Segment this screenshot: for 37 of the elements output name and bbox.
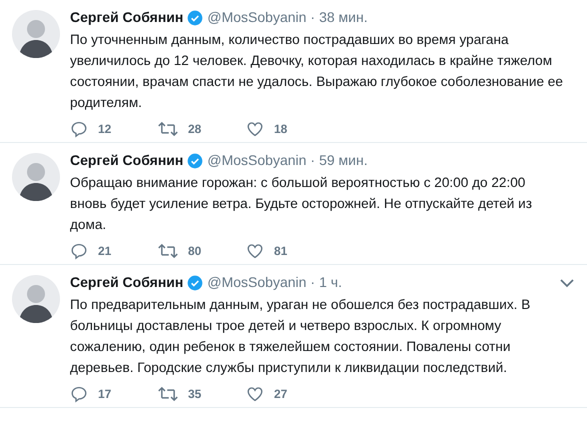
tweet-time[interactable]: 38 мин. xyxy=(319,8,368,27)
reply-icon[interactable] xyxy=(70,385,88,403)
heart-icon[interactable] xyxy=(246,242,264,260)
tweet-text: По предварительным данным, ураган не обошелся без пострадавших. В больницы доставлены трое детей и четверо взрослых. К огромному сожалению, один ребенок в тяжелейшем состоянии. Повалены сотни деревьев. Городские службы приступили к ликвидации последствий. xyxy=(70,296,532,377)
author-name[interactable]: Сергей Собянин xyxy=(70,8,184,27)
retweet-count: 28 xyxy=(188,122,202,136)
like-count: 81 xyxy=(274,244,288,258)
retweet-count: 80 xyxy=(188,244,202,258)
caret-icon[interactable] xyxy=(559,276,575,288)
reply-count: 21 xyxy=(98,244,112,258)
avatar[interactable] xyxy=(12,153,60,201)
retweet-count: 35 xyxy=(188,387,202,401)
reply-count: 17 xyxy=(98,387,112,401)
avatar[interactable] xyxy=(12,10,60,58)
separator-dot: · xyxy=(310,273,316,292)
author-handle[interactable]: @MosSobyanin xyxy=(207,151,306,170)
like-count: 27 xyxy=(274,387,288,401)
heart-icon[interactable] xyxy=(246,120,264,138)
author-handle[interactable]: @MosSobyanin xyxy=(207,273,306,292)
like-count: 18 xyxy=(274,122,288,136)
separator-dot: · xyxy=(310,8,316,27)
author-name[interactable]: Сергей Собянин xyxy=(70,273,184,292)
heart-icon[interactable] xyxy=(246,385,264,403)
tweet-text: По уточненным данным, количество пострадавших во время урагана увеличилось до 12 человек. Девочку, которая находилась в крайне тяжелом состоянии, врачам спасти не удалось. Выражаю глубокое соболезнование ее родителям. xyxy=(70,31,564,112)
tweet-time[interactable]: 1 ч. xyxy=(319,273,342,292)
separator-dot: · xyxy=(310,151,316,170)
retweet-icon[interactable] xyxy=(158,385,178,403)
reply-icon[interactable] xyxy=(70,120,88,138)
reply-count: 12 xyxy=(98,122,112,136)
author-handle[interactable]: @MosSobyanin xyxy=(207,8,306,27)
retweet-icon[interactable] xyxy=(158,242,178,260)
avatar[interactable] xyxy=(12,275,60,323)
retweet-icon[interactable] xyxy=(158,120,178,138)
author-name[interactable]: Сергей Собянин xyxy=(70,151,184,170)
tweet-text: Обращаю внимание горожан: с большой вероятностью с 20:00 до 22:00 вновь будет усиление ветра. Будьте осторожней. Не отпускайте детей из дома. xyxy=(70,174,534,234)
reply-icon[interactable] xyxy=(70,242,88,260)
tweet-time[interactable]: 59 мин. xyxy=(319,151,368,170)
